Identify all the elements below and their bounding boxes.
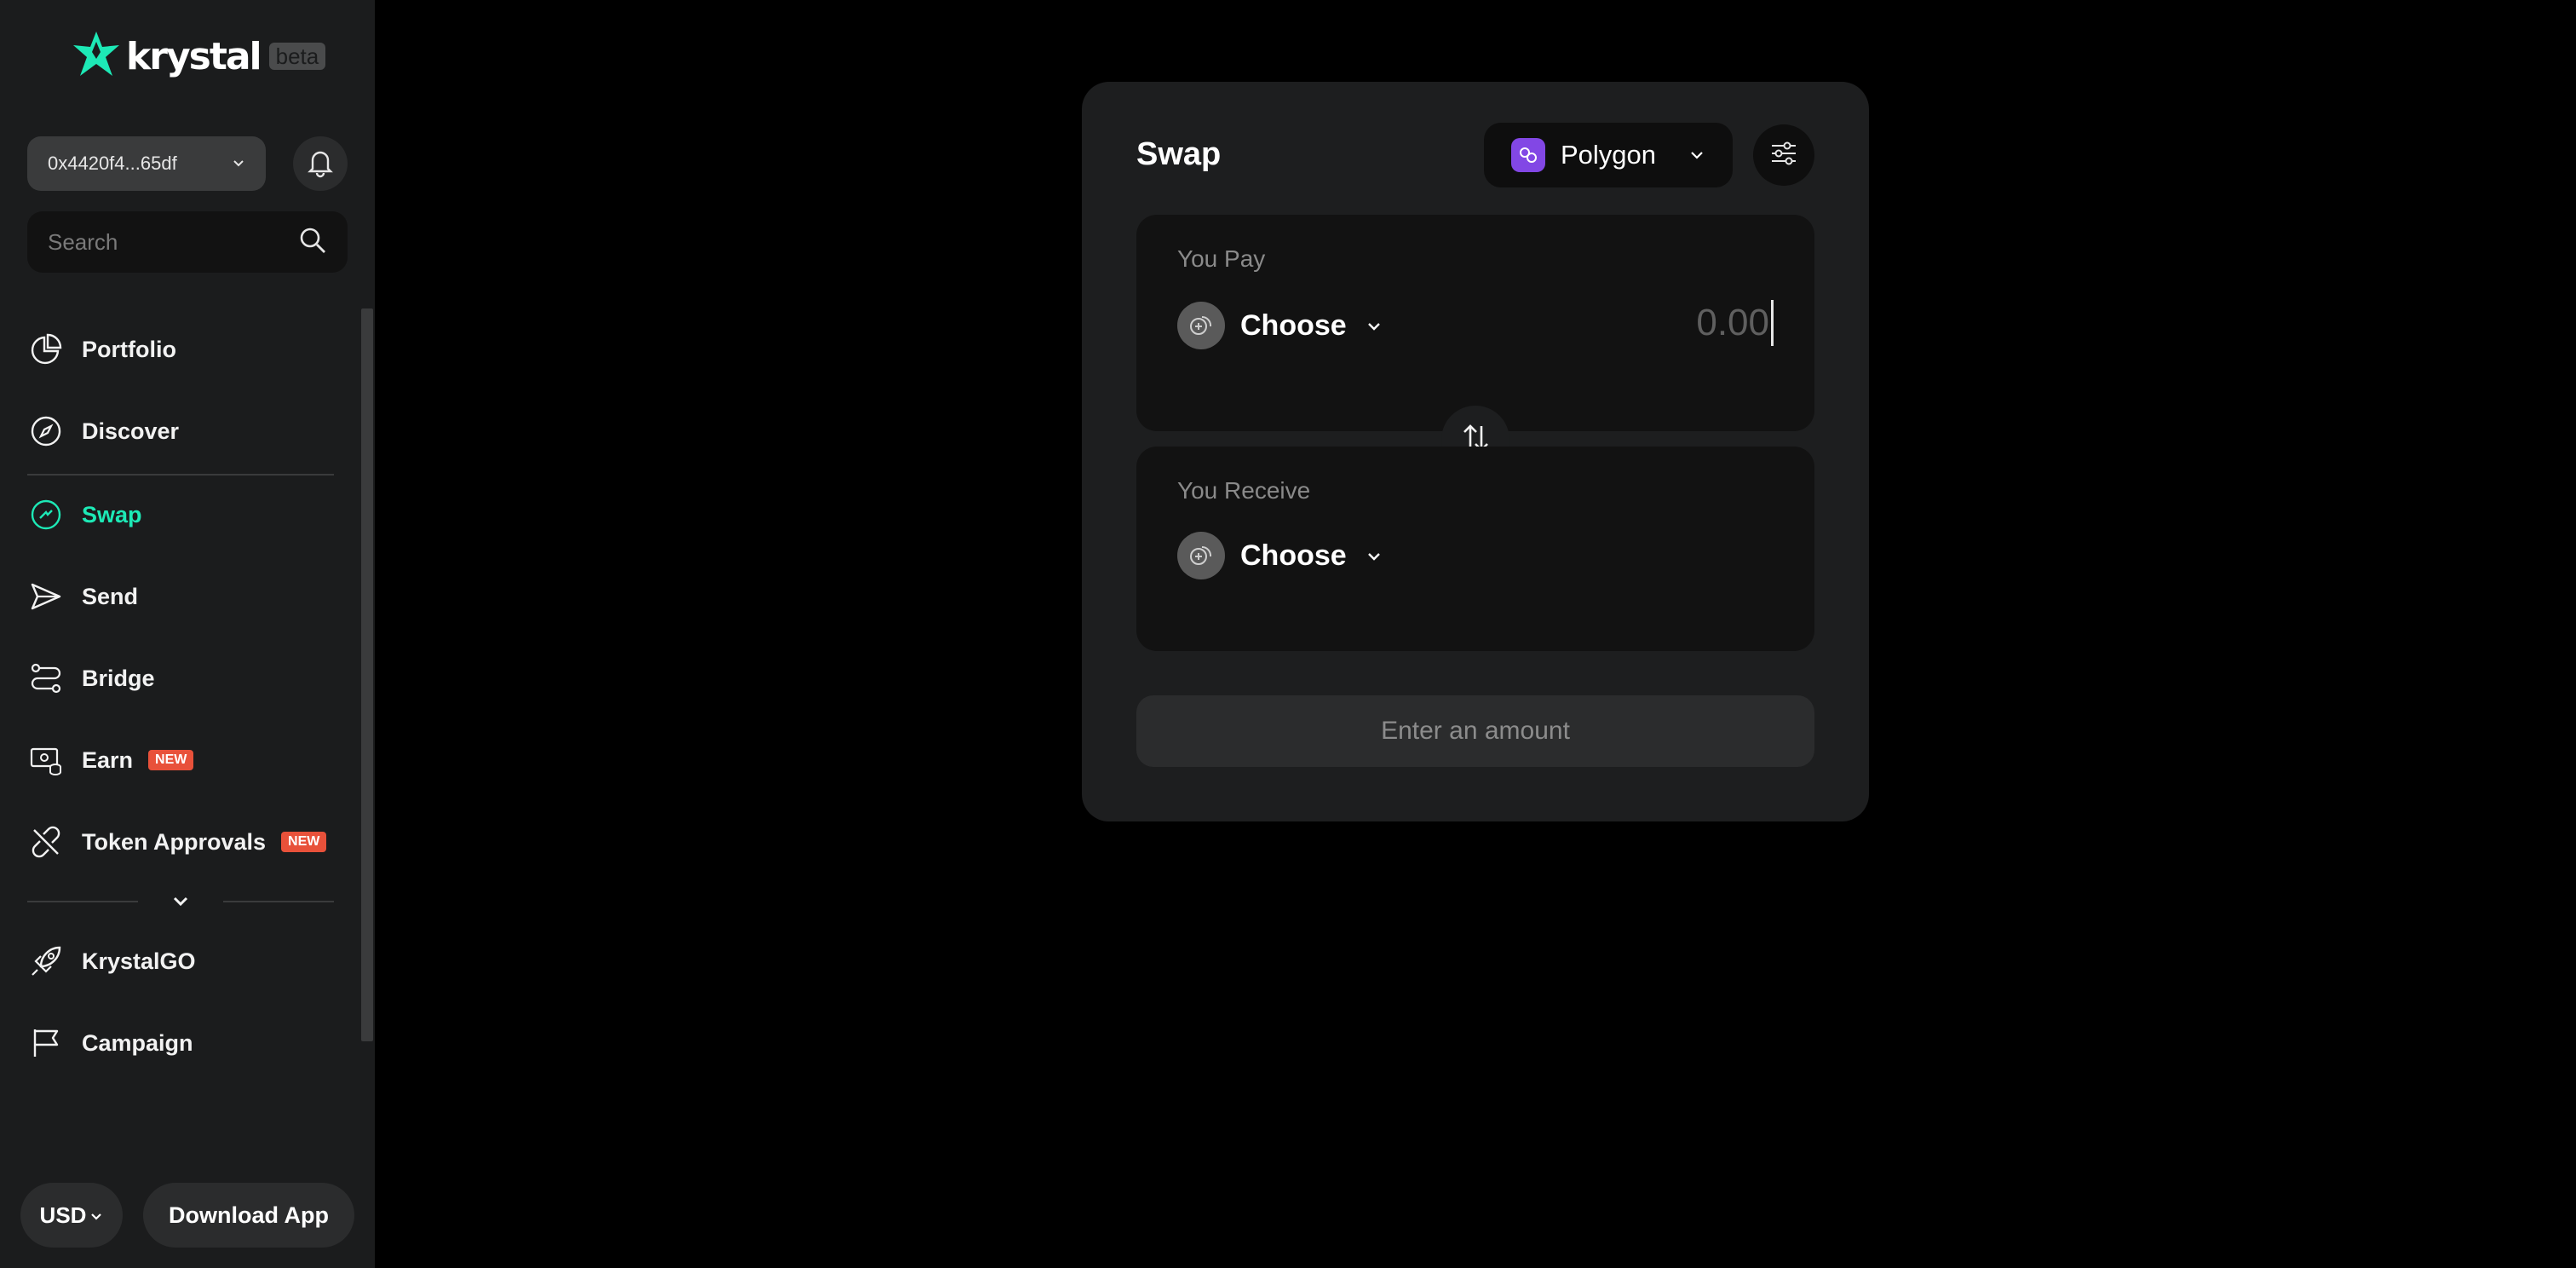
portfolio-icon [27,331,65,368]
chevron-down-icon [1688,140,1705,170]
sidebar-item-label: Portfolio [82,336,176,362]
token-placeholder-icon [1177,532,1225,579]
sidebar-item-label: KrystalGO [82,948,196,974]
pay-panel: You Pay Choose 0.00 [1136,215,1814,431]
compass-icon [27,412,65,450]
earn-icon [27,741,65,779]
currency-label: USD [39,1202,87,1228]
notifications-button[interactable] [293,136,348,191]
token-placeholder-icon [1177,302,1225,349]
search-input[interactable] [48,228,269,256]
receive-token-selector[interactable]: Choose [1177,532,1383,579]
chevron-down-icon [1366,539,1383,573]
receive-token-label: Choose [1240,539,1347,572]
bell-icon [304,146,336,182]
sidebar-item-label: Earn [82,746,134,773]
pay-token-label: Choose [1240,308,1347,342]
nav-divider [27,474,334,476]
new-badge: NEW [281,832,327,852]
sidebar-item-label: Swap [82,501,142,527]
sidebar-item-token-approvals[interactable]: Token Approvals NEW [27,816,334,867]
nav-divider [223,901,334,902]
network-name: Polygon [1561,140,1657,170]
sidebar-item-earn[interactable]: Earn NEW [27,735,334,786]
sliders-icon [1768,138,1799,173]
chevron-down-icon [89,1202,103,1229]
bridge-icon [27,660,65,697]
new-badge: NEW [148,750,194,770]
wallet-selector[interactable]: 0x4420f4...65df [27,136,266,191]
receive-panel: You Receive Choose [1136,447,1814,651]
sidebar-item-label: Send [82,583,139,609]
pay-amount-input[interactable]: 0.00 [1696,300,1774,346]
pay-token-selector[interactable]: Choose [1177,302,1383,349]
receive-label: You Receive [1177,477,1311,504]
network-selector[interactable]: Polygon [1484,123,1733,187]
sidebar-item-campaign[interactable]: Campaign [27,1017,334,1069]
sidebar: krystal beta 0x4420f4...65df Portfolio [0,0,375,1268]
chevron-down-icon [1366,309,1383,343]
sidebar-scrollbar[interactable] [361,308,373,1041]
krystal-logo[interactable]: krystal beta [72,30,326,84]
polygon-icon [1511,138,1545,172]
sidebar-item-label: Campaign [82,1029,193,1056]
rocket-icon [27,942,65,980]
sidebar-item-portfolio[interactable]: Portfolio [27,324,334,375]
send-icon [27,578,65,615]
chevron-down-icon [232,153,245,175]
pay-label: You Pay [1177,245,1266,272]
krystal-logo-icon [72,30,121,84]
swap-icon [27,496,65,533]
wallet-address: 0x4420f4...65df [48,153,177,174]
sidebar-item-label: Token Approvals [82,828,267,855]
enter-amount-button[interactable]: Enter an amount [1136,695,1814,767]
sidebar-item-label: Discover [82,418,180,444]
logo-text: krystal [126,34,262,78]
sidebar-item-krystalgo[interactable]: KrystalGO [27,936,334,987]
nav-divider [27,901,138,902]
page-title: Swap [1136,136,1222,172]
swap-card: Swap Polygon You Pay Choose 0.00 You Rec… [1082,82,1869,821]
sidebar-item-send[interactable]: Send [27,571,334,622]
sidebar-item-discover[interactable]: Discover [27,406,334,457]
nav-overflow-fade [0,1108,358,1133]
currency-selector[interactable]: USD [20,1183,123,1248]
text-cursor [1771,300,1774,346]
sidebar-item-bridge[interactable]: Bridge [27,653,334,704]
amount-placeholder: 0.00 [1696,302,1769,343]
beta-badge: beta [268,43,326,70]
flag-icon [27,1024,65,1062]
sidebar-item-label: Bridge [82,665,155,691]
search-box [27,211,348,273]
search-icon[interactable] [298,226,327,259]
sidebar-item-swap[interactable]: Swap [27,489,334,540]
unlink-icon [27,823,65,861]
expand-more-icon[interactable] [170,891,191,916]
download-app-button[interactable]: Download App [143,1183,354,1248]
settings-button[interactable] [1753,124,1814,186]
